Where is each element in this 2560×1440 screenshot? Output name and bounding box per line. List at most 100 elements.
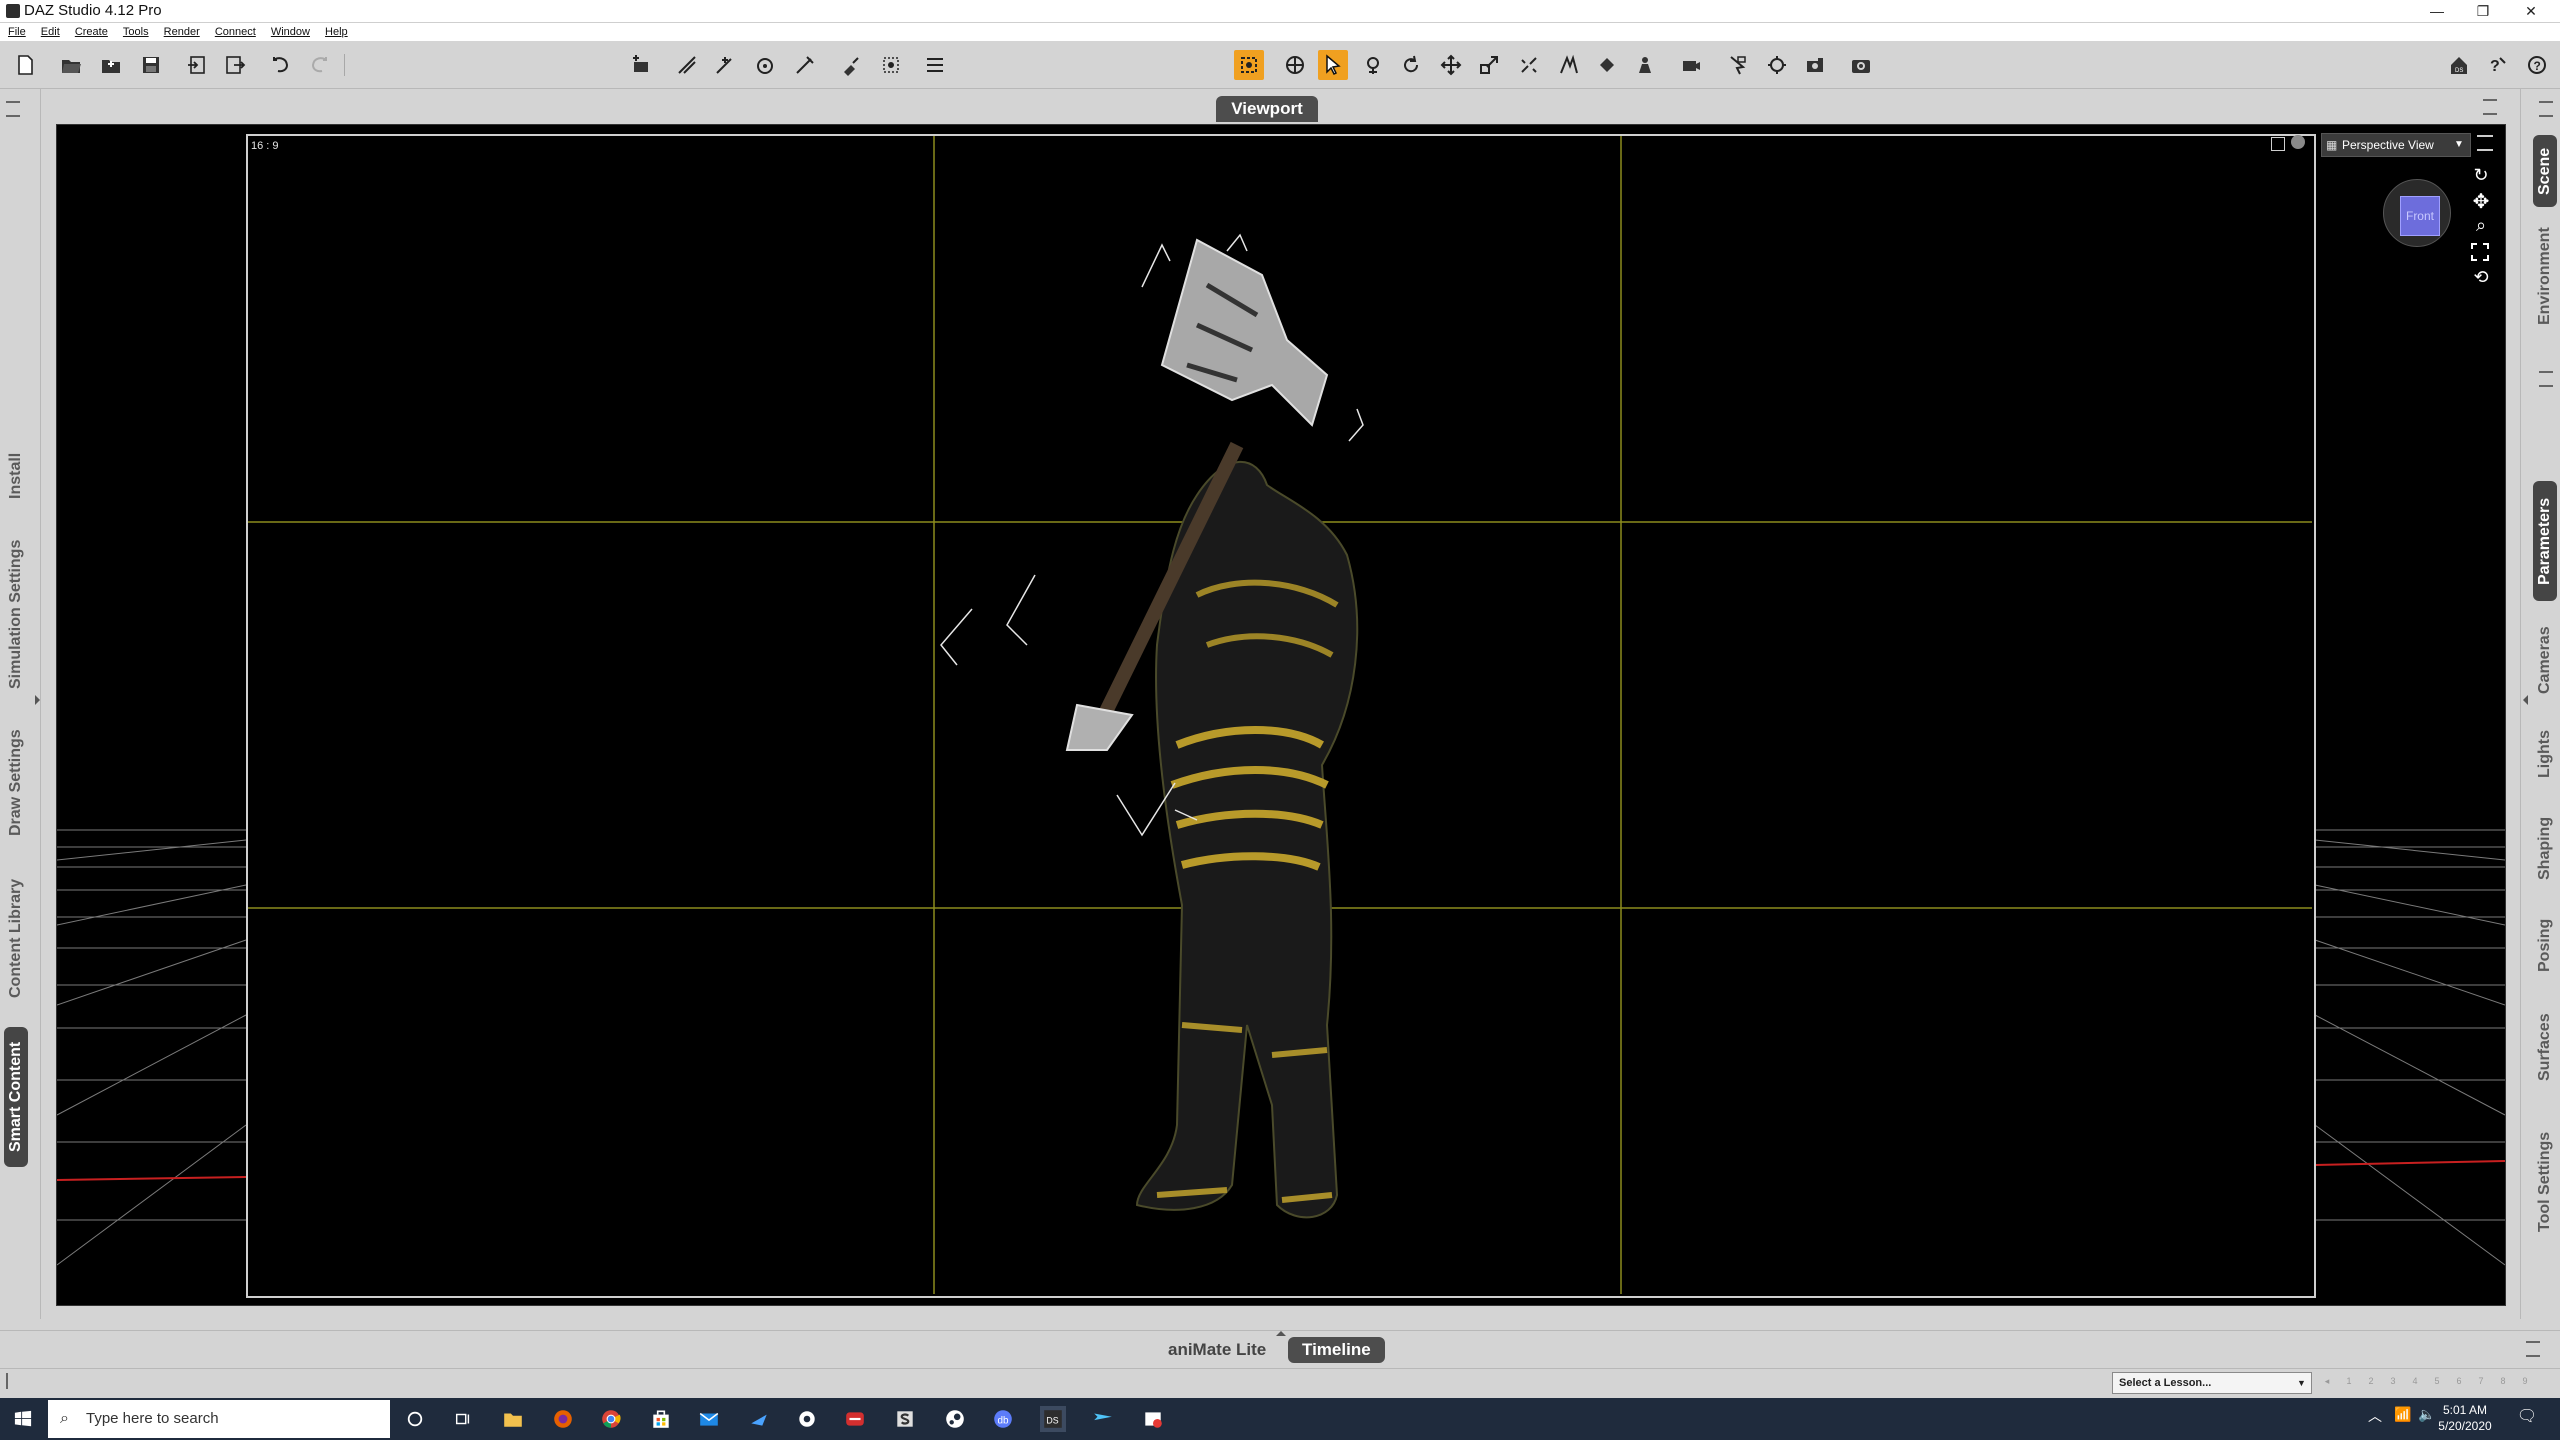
- tab-smart-content[interactable]: Smart Content: [4, 1027, 28, 1167]
- menu-create[interactable]: Create: [75, 23, 108, 41]
- taskbar-clock[interactable]: 5:01 AM 5/20/2020: [2432, 1402, 2498, 1434]
- menu-file[interactable]: File: [8, 23, 26, 41]
- render-icon[interactable]: [1846, 50, 1876, 80]
- whats-this-icon[interactable]: ?: [2482, 50, 2512, 80]
- lesson-select[interactable]: Select a Lesson... ▼: [2112, 1372, 2312, 1394]
- pane-options-icon[interactable]: [2539, 101, 2553, 117]
- tab-install[interactable]: Install: [4, 445, 28, 507]
- surface-selection-icon[interactable]: [836, 50, 866, 80]
- app-icon-blue[interactable]: [746, 1406, 772, 1432]
- app-icon-plane[interactable]: [1090, 1406, 1116, 1432]
- minimize-button[interactable]: —: [2414, 0, 2460, 22]
- tab-scene[interactable]: Scene: [2533, 135, 2557, 207]
- rotate-icon[interactable]: [1396, 50, 1426, 80]
- draw-style-icon[interactable]: [2291, 135, 2305, 149]
- tab-lights[interactable]: Lights: [2533, 719, 2557, 789]
- active-pose-icon[interactable]: [1358, 50, 1388, 80]
- lesson-step[interactable]: 9: [2516, 1376, 2534, 1388]
- app-icon-s[interactable]: [892, 1406, 918, 1432]
- lesson-step-prev[interactable]: ◂: [2318, 1376, 2336, 1388]
- viewport-tab[interactable]: Viewport: [1216, 96, 1318, 122]
- import-icon[interactable]: [182, 50, 212, 80]
- task-view-icon[interactable]: [450, 1406, 476, 1432]
- close-button[interactable]: ✕: [2508, 0, 2554, 22]
- app-icon-window[interactable]: [1140, 1406, 1166, 1432]
- tab-content-library[interactable]: Content Library: [4, 871, 28, 1005]
- store-icon[interactable]: [648, 1406, 674, 1432]
- scene-tools-icon[interactable]: [626, 50, 656, 80]
- node-selection-icon[interactable]: [1318, 50, 1348, 80]
- help-icon[interactable]: ?: [2522, 50, 2552, 80]
- menu-tools[interactable]: Tools: [123, 23, 149, 41]
- region-nav-icon[interactable]: [1592, 50, 1622, 80]
- tab-parameters[interactable]: Parameters: [2533, 481, 2557, 601]
- maximize-button[interactable]: ❐: [2460, 0, 2506, 22]
- save-icon[interactable]: [136, 50, 166, 80]
- redo-icon[interactable]: [304, 50, 334, 80]
- 3d-viewport[interactable]: 16 : 9 ▦ Perspective View ▼ Front ↻ ✥ ⌕ …: [56, 124, 2506, 1306]
- pane-options-icon[interactable]: [6, 101, 20, 117]
- expand-right-pane-icon[interactable]: [2523, 695, 2528, 705]
- chrome-icon[interactable]: [598, 1406, 624, 1432]
- lesson-step[interactable]: 7: [2472, 1376, 2490, 1388]
- lesson-step[interactable]: 5: [2428, 1376, 2446, 1388]
- tab-posing[interactable]: Posing: [2533, 905, 2557, 985]
- lesson-step[interactable]: 2: [2362, 1376, 2380, 1388]
- lesson-step[interactable]: 6: [2450, 1376, 2468, 1388]
- view-cube[interactable]: Front: [2383, 179, 2451, 247]
- lesson-step[interactable]: 1: [2340, 1376, 2358, 1388]
- universal-tool-icon[interactable]: [1280, 50, 1310, 80]
- timeline-toggle-icon[interactable]: [920, 50, 950, 80]
- firefox-icon[interactable]: [550, 1406, 576, 1432]
- app-icon-gear[interactable]: [794, 1406, 820, 1432]
- translate-icon[interactable]: [1436, 50, 1466, 80]
- open-folder-icon[interactable]: [56, 50, 86, 80]
- daz-home-icon[interactable]: DS: [2444, 50, 2474, 80]
- tab-cameras[interactable]: Cameras: [2533, 615, 2557, 705]
- new-file-icon[interactable]: [10, 50, 40, 80]
- undo-icon[interactable]: [266, 50, 296, 80]
- mail-icon[interactable]: [696, 1406, 722, 1432]
- joint-editor-icon[interactable]: [672, 50, 702, 80]
- lesson-step[interactable]: 4: [2406, 1376, 2424, 1388]
- pane-options-icon[interactable]: [2526, 1341, 2540, 1357]
- tab-tool-settings[interactable]: Tool Settings: [2533, 1107, 2557, 1257]
- reset-view-icon[interactable]: ⟲: [2469, 267, 2493, 289]
- scale-icon[interactable]: [1474, 50, 1504, 80]
- export-icon[interactable]: [220, 50, 250, 80]
- tab-environment[interactable]: Environment: [2533, 221, 2557, 331]
- chevron-up-icon[interactable]: ︿: [2368, 1406, 2382, 1426]
- render-settings-icon[interactable]: [1762, 50, 1792, 80]
- notifications-icon[interactable]: 🗨: [2516, 1406, 2538, 1428]
- expand-left-pane-icon[interactable]: [35, 695, 40, 705]
- expand-bottom-pane-icon[interactable]: [1276, 1331, 1286, 1336]
- daz-studio-taskbar-icon[interactable]: DS: [1040, 1406, 1066, 1432]
- zoom-icon[interactable]: ⌕: [2469, 215, 2493, 237]
- render-camera-icon[interactable]: [1800, 50, 1830, 80]
- viewport-options-icon[interactable]: [2483, 99, 2497, 115]
- lesson-step[interactable]: 8: [2494, 1376, 2512, 1388]
- pan-icon[interactable]: ✥: [2469, 189, 2493, 213]
- frame-toggle-icon[interactable]: [2271, 137, 2285, 151]
- edge-tool-icon[interactable]: [710, 50, 740, 80]
- menu-edit[interactable]: Edit: [41, 23, 60, 41]
- tab-surfaces[interactable]: Surfaces: [2533, 997, 2557, 1097]
- figure-tool-icon[interactable]: [1630, 50, 1660, 80]
- menu-help[interactable]: Help: [325, 23, 348, 41]
- windows-start-icon[interactable]: [10, 1406, 36, 1432]
- tab-shaping[interactable]: Shaping: [2533, 803, 2557, 893]
- morph-brush-icon[interactable]: [1554, 50, 1584, 80]
- lesson-step[interactable]: 3: [2384, 1376, 2402, 1388]
- menu-window[interactable]: Window: [271, 23, 310, 41]
- tab-animate-lite[interactable]: aniMate Lite: [1154, 1337, 1280, 1363]
- steam-icon[interactable]: [942, 1406, 968, 1432]
- frame-selection-icon[interactable]: [2471, 243, 2489, 261]
- menu-connect[interactable]: Connect: [215, 23, 256, 41]
- tab-timeline[interactable]: Timeline: [1288, 1337, 1385, 1363]
- pane-options-icon[interactable]: [2539, 371, 2553, 387]
- tab-draw-settings[interactable]: Draw Settings: [4, 721, 28, 845]
- node-weight-map-icon[interactable]: [1234, 50, 1264, 80]
- app-icon-circle[interactable]: db: [990, 1406, 1016, 1432]
- node-weight-brush-icon[interactable]: [790, 50, 820, 80]
- viewport-menu-icon[interactable]: [2477, 135, 2493, 151]
